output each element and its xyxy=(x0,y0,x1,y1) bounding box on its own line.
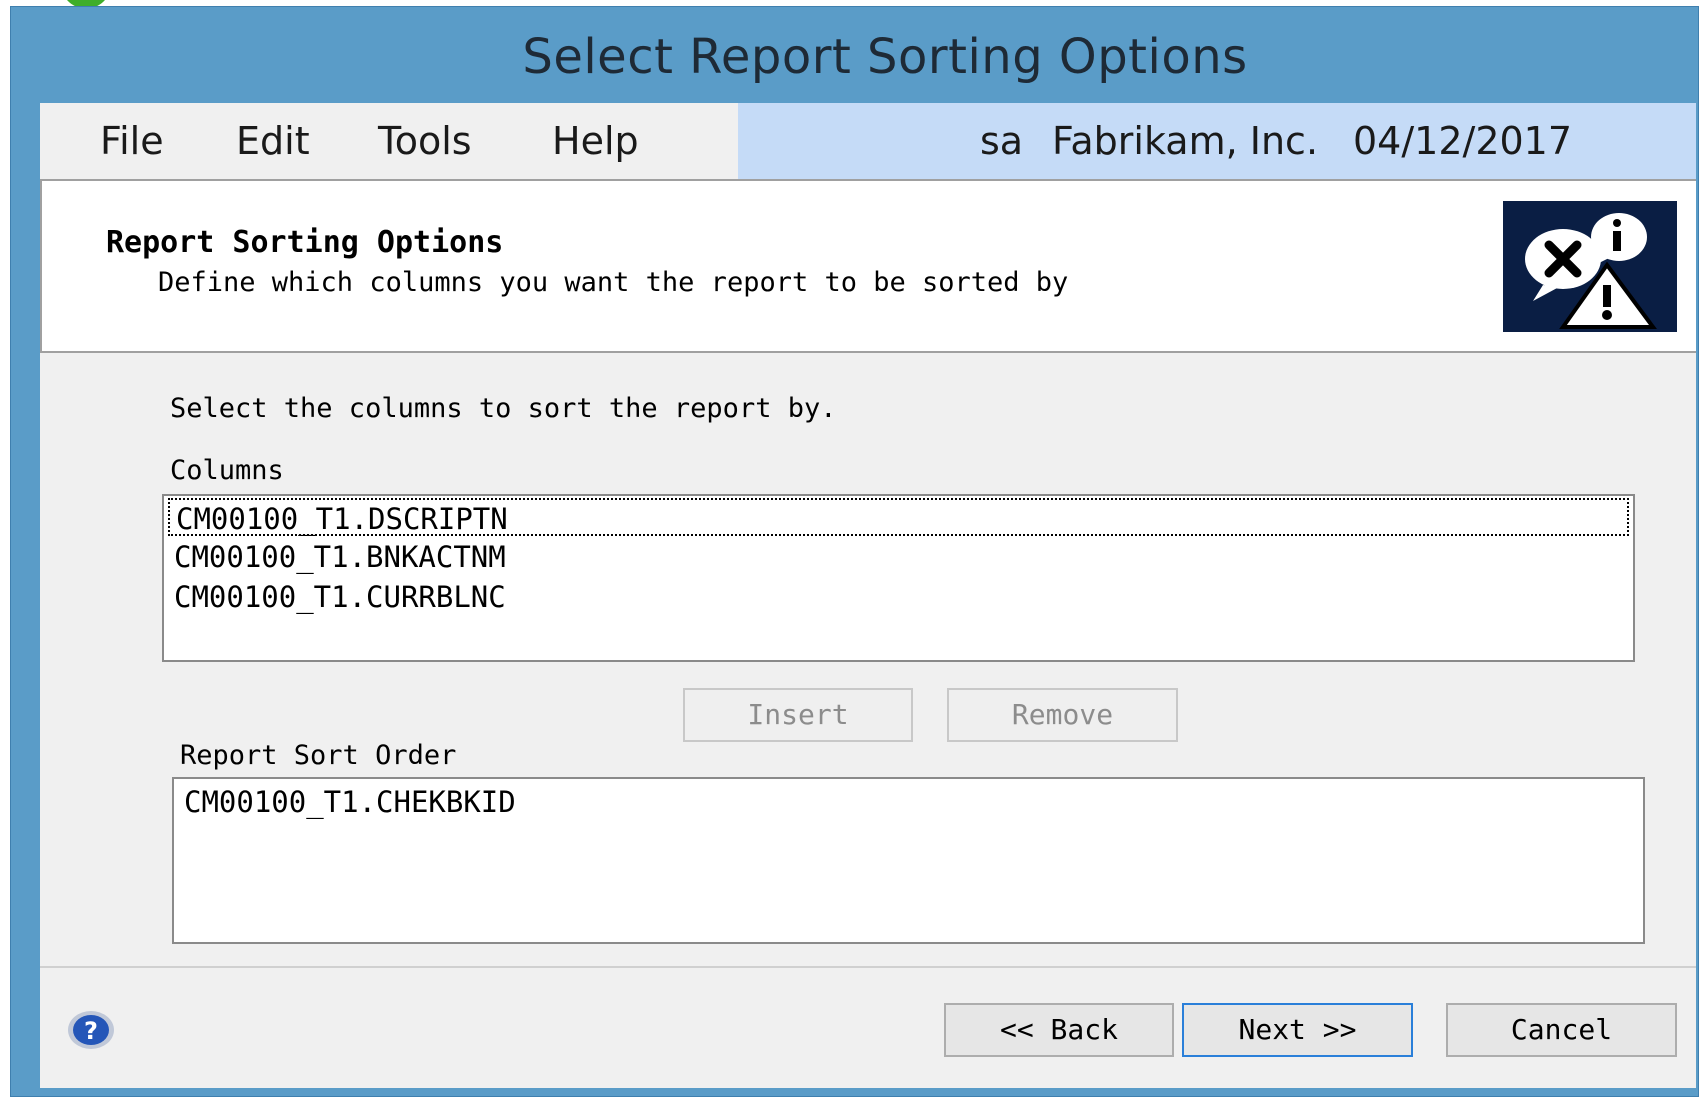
status-area: sa Fabrikam, Inc. 04/12/2017 xyxy=(738,103,1696,179)
footer-divider xyxy=(40,966,1696,968)
list-item[interactable]: CM00100_T1.CHEKBKID xyxy=(184,783,516,821)
menu-bar: File Edit Tools Help sa Fabrikam, Inc. 0… xyxy=(40,103,1696,179)
columns-label: Columns xyxy=(170,455,284,486)
dialog-client-area: File Edit Tools Help sa Fabrikam, Inc. 0… xyxy=(40,103,1696,1088)
list-item[interactable]: CM00100_T1.BNKACTNM xyxy=(174,538,506,576)
window-title: Select Report Sorting Options xyxy=(522,29,1248,85)
menu-edit[interactable]: Edit xyxy=(232,103,314,179)
list-item[interactable]: CM00100_T1.CURRBLNC xyxy=(174,578,506,616)
dialog-window: Select Report Sorting Options File Edit … xyxy=(10,6,1699,1097)
status-user: sa xyxy=(980,119,1024,163)
instruction-text: Select the columns to sort the report by… xyxy=(170,393,837,424)
help-icon[interactable]: ? xyxy=(66,1009,116,1051)
svg-text:?: ? xyxy=(84,1017,98,1045)
list-item[interactable]: CM00100_T1.DSCRIPTN xyxy=(168,498,1629,536)
sort-order-label: Report Sort Order xyxy=(180,740,457,771)
status-date: 04/12/2017 xyxy=(1353,119,1573,163)
header-title: Report Sorting Options xyxy=(106,225,504,260)
back-button[interactable]: << Back xyxy=(944,1003,1174,1057)
insert-button[interactable]: Insert xyxy=(683,688,913,742)
menu-tools[interactable]: Tools xyxy=(374,103,476,179)
remove-button[interactable]: Remove xyxy=(947,688,1178,742)
status-company: Fabrikam, Inc. xyxy=(1052,119,1319,163)
header-panel: Report Sorting Options Define which colu… xyxy=(40,179,1696,353)
sort-order-listbox[interactable]: CM00100_T1.CHEKBKID xyxy=(172,777,1645,944)
next-button[interactable]: Next >> xyxy=(1182,1003,1413,1057)
info-warning-error-icon xyxy=(1503,201,1677,332)
header-subtitle: Define which columns you want the report… xyxy=(158,267,1069,298)
menu-file[interactable]: File xyxy=(96,103,168,179)
cancel-button[interactable]: Cancel xyxy=(1446,1003,1677,1057)
menu-help[interactable]: Help xyxy=(548,103,643,179)
columns-listbox[interactable]: CM00100_T1.DSCRIPTN CM00100_T1.BNKACTNM … xyxy=(162,494,1635,662)
